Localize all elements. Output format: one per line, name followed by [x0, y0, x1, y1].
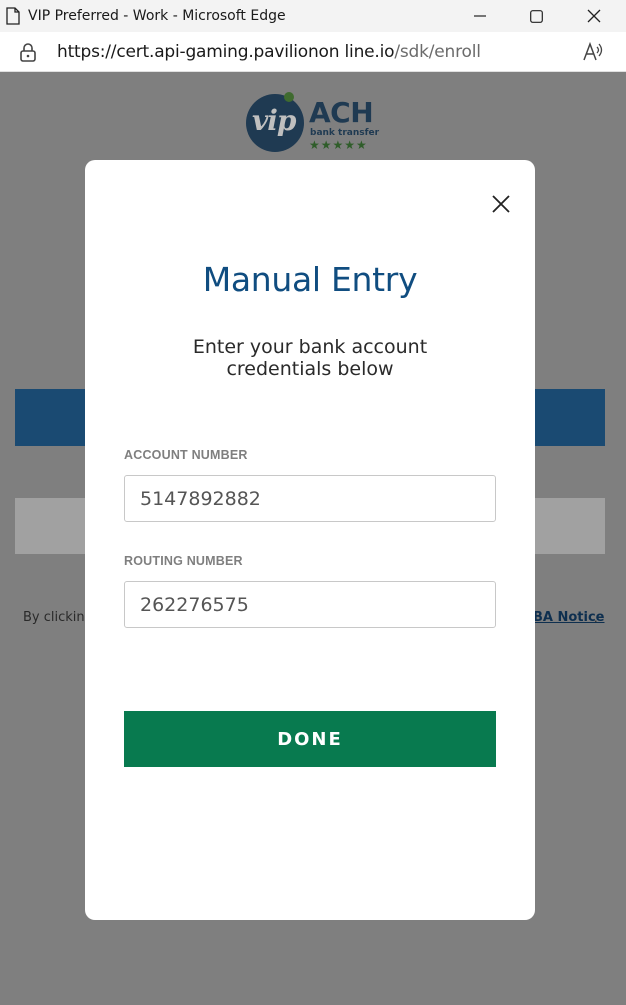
- read-aloud-icon[interactable]: [582, 41, 604, 63]
- dialog-title: Manual Entry: [202, 260, 418, 299]
- maximize-icon: [529, 9, 543, 23]
- window-titlebar: VIP Preferred - Work - Microsoft Edge: [0, 0, 626, 32]
- url-host: https://cert.api-gaming.pavilionon line.…: [57, 42, 395, 62]
- vip-ach-logo: vip ACH bank transfer ★★★★★: [246, 92, 380, 154]
- logo-sub-text: bank transfer: [310, 128, 380, 138]
- minimize-icon: [474, 15, 486, 17]
- routing-number-input[interactable]: [124, 581, 496, 628]
- logo-stars: ★★★★★: [309, 138, 368, 152]
- background-disclaimer-text: By clickin: [23, 610, 85, 625]
- close-icon: [587, 9, 601, 23]
- done-button[interactable]: DONE: [124, 711, 496, 767]
- minimize-button[interactable]: [457, 0, 503, 32]
- logo-ach-text: ACH: [309, 96, 374, 129]
- close-dialog-icon[interactable]: [491, 194, 511, 214]
- account-number-input[interactable]: [124, 475, 496, 522]
- document-icon: [6, 7, 20, 25]
- address-bar[interactable]: https://cert.api-gaming.pavilionon line.…: [0, 32, 626, 72]
- window-title: VIP Preferred - Work - Microsoft Edge: [28, 8, 286, 24]
- background-period: .: [594, 610, 598, 625]
- routing-number-label: ROUTING NUMBER: [124, 554, 243, 568]
- account-number-label: ACCOUNT NUMBER: [124, 448, 248, 462]
- logo-vip-text: vip: [252, 104, 296, 137]
- url-text[interactable]: https://cert.api-gaming.pavilionon line.…: [57, 42, 481, 62]
- maximize-button[interactable]: [513, 0, 559, 32]
- logo-dot: [284, 92, 294, 102]
- manual-entry-dialog: Manual Entry Enter your bank account cre…: [85, 160, 535, 920]
- lock-icon[interactable]: [19, 42, 37, 62]
- close-window-button[interactable]: [571, 0, 617, 32]
- url-path: /sdk/enroll: [394, 42, 481, 62]
- dialog-subtitle: Enter your bank account credentials belo…: [192, 336, 428, 380]
